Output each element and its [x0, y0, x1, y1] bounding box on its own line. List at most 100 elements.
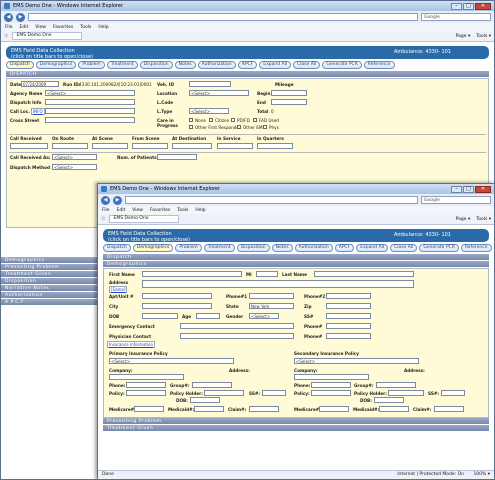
primary-medicaid-field[interactable]	[194, 406, 224, 412]
call-received-as-select[interactable]: <Select>	[52, 154, 97, 160]
time-call-received-field[interactable]	[10, 143, 48, 149]
dob-field[interactable]	[142, 313, 178, 319]
menu-favorites[interactable]: Favorites	[53, 25, 73, 30]
expand-all-button[interactable]: Expand All	[259, 61, 292, 69]
secondary-policy-holder-field[interactable]	[388, 390, 424, 396]
forward-arrow-icon[interactable]: ▶	[16, 12, 25, 22]
secondary-phone-field[interactable]	[311, 382, 351, 388]
secondary-group-field[interactable]	[376, 382, 416, 388]
menu-edit[interactable]: Edit	[117, 208, 126, 213]
primary-insurance-select[interactable]: <Select>	[109, 358, 234, 364]
close-all-button[interactable]: Close All	[390, 244, 418, 252]
begin-mileage-field[interactable]	[271, 90, 307, 96]
secondary-medicaid-field[interactable]	[379, 406, 409, 412]
generate-pcr-button[interactable]: Generate PCR	[322, 61, 362, 69]
city-field[interactable]	[142, 303, 212, 309]
back-arrow-icon[interactable]: ◀	[4, 12, 13, 22]
phone1-field[interactable]	[249, 293, 294, 299]
menu-favorites[interactable]: Favorites	[150, 208, 170, 213]
generate-pcr-button[interactable]: Generate PCR	[419, 244, 459, 252]
primary-policy-holder-field[interactable]	[204, 390, 244, 396]
page-menu[interactable]: Page ▾	[456, 217, 471, 222]
l-type-select[interactable]: <Select>	[189, 108, 229, 114]
dispatch-method-select[interactable]: <Select>	[52, 164, 97, 170]
dispatch-button[interactable]: Dispatch	[103, 244, 131, 252]
info-link[interactable]: INFO	[31, 108, 45, 115]
dispatch-info-field[interactable]	[45, 99, 135, 105]
menu-tools[interactable]: Tools	[80, 25, 91, 30]
tools-menu[interactable]: Tools ▾	[476, 217, 491, 222]
search-box[interactable]: Google	[421, 13, 491, 21]
reference-button[interactable]: Reference	[460, 244, 492, 252]
apt-unit-field[interactable]	[142, 293, 212, 299]
treatment-button[interactable]: Treatment	[203, 244, 235, 252]
agency-name-select[interactable]: <Select>	[45, 90, 135, 96]
browser-tab[interactable]: EMS Demo One	[12, 32, 83, 40]
zip-field[interactable]	[326, 303, 371, 309]
presenting-problem-section-bar[interactable]: Presenting Problem	[1, 264, 98, 271]
ssn-field[interactable]	[326, 313, 371, 319]
secondary-policy-field[interactable]	[311, 390, 351, 396]
expand-all-button[interactable]: Expand All	[356, 244, 389, 252]
secondary-medicare-field[interactable]	[319, 406, 349, 412]
treatment-given-section-bar[interactable]: Treatment Given	[103, 425, 489, 432]
primary-policy-field[interactable]	[126, 390, 166, 396]
menu-edit[interactable]: Edit	[20, 25, 29, 30]
treatment-given-section-bar[interactable]: Treatment Given	[1, 271, 98, 278]
favorites-star-icon[interactable]: ☆	[4, 33, 8, 39]
emergency-phone-field[interactable]	[326, 323, 371, 329]
state-select[interactable]: New York	[249, 303, 294, 309]
gender-select[interactable]: <Select>	[249, 313, 279, 319]
apcf-section-bar[interactable]: A.P.C.F.	[1, 299, 98, 306]
menu-help[interactable]: Help	[195, 208, 205, 213]
zoom-level[interactable]: 100% ▾	[473, 471, 490, 479]
care-pdfd-checkbox[interactable]	[231, 118, 235, 122]
page-menu[interactable]: Page ▾	[456, 34, 471, 39]
demographics-button[interactable]: Demographics	[132, 244, 174, 252]
disposition-section-bar[interactable]: Disposition	[1, 278, 98, 285]
minimize-button[interactable]: –	[451, 2, 462, 10]
time-at-scene-field[interactable]	[92, 143, 128, 149]
address-field[interactable]	[142, 280, 414, 288]
problem-button[interactable]: Problem	[175, 244, 202, 252]
care-citizen-checkbox[interactable]	[209, 118, 213, 122]
authorization-button[interactable]: Authorization	[294, 244, 333, 252]
close-button[interactable]: ✕	[475, 185, 491, 193]
notes-button[interactable]: Notes	[271, 244, 293, 252]
apcf-button[interactable]: APCF	[334, 244, 355, 252]
dispatch-section-bar[interactable]: Dispatch	[103, 254, 489, 261]
physician-phone-field[interactable]	[326, 333, 371, 339]
time-on-route-field[interactable]	[52, 143, 88, 149]
dispatch-section-bar[interactable]: Dispatch	[6, 71, 489, 78]
search-box[interactable]: Google	[421, 196, 491, 204]
care-fad-checkbox[interactable]	[253, 118, 257, 122]
time-in-quarters-field[interactable]	[257, 143, 293, 149]
date-field[interactable]: 07/24/2009	[21, 81, 59, 87]
secondary-insurance-select[interactable]: <Select>	[294, 358, 419, 364]
location-select[interactable]: <Select>	[189, 90, 249, 96]
primary-company-field[interactable]	[109, 374, 184, 380]
secondary-company-field[interactable]	[294, 374, 369, 380]
time-from-scene-field[interactable]	[132, 143, 168, 149]
care-phys-checkbox[interactable]	[263, 125, 267, 129]
call-loc-field[interactable]	[45, 108, 135, 114]
forward-arrow-icon[interactable]: ▶	[113, 195, 122, 205]
disposition-button[interactable]: Disposition	[139, 61, 173, 69]
physician-contact-field[interactable]	[180, 333, 294, 339]
care-first-responder-checkbox[interactable]	[189, 125, 193, 129]
secondary-claim-field[interactable]	[434, 406, 464, 412]
menu-view[interactable]: View	[35, 25, 46, 30]
notes-button[interactable]: Notes	[174, 61, 196, 69]
reference-button[interactable]: Reference	[363, 61, 395, 69]
browser-tab[interactable]: EMS Demo One	[109, 215, 180, 223]
address-bar[interactable]	[28, 13, 418, 21]
mi-field[interactable]	[256, 271, 278, 277]
address-bar[interactable]	[125, 196, 418, 204]
problem-button[interactable]: Problem	[78, 61, 105, 69]
last-name-field[interactable]	[314, 271, 414, 277]
primary-claim-field[interactable]	[249, 406, 279, 412]
secondary-ssn-field[interactable]	[441, 390, 465, 396]
menu-help[interactable]: Help	[98, 25, 108, 30]
same-link[interactable]: [Same]	[109, 286, 128, 293]
minimize-button[interactable]: –	[451, 185, 462, 193]
